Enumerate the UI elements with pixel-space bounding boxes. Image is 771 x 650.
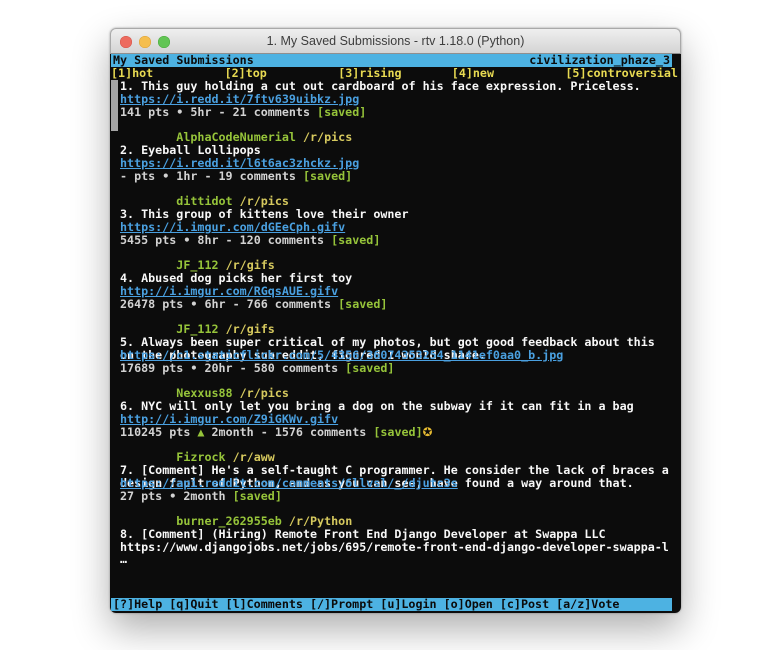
selection-gutter [111,464,120,515]
submission-row[interactable]: 6. NYC will only let you bring a dog on … [111,400,681,451]
submission-stats: 141 pts • 5hr - 21 comments [saved] [120,106,681,119]
window-title: 1. My Saved Submissions - rtv 1.18.0 (Py… [267,34,525,48]
terminal: My Saved Submissions civilization_phaze_… [110,54,681,613]
tab-controversial[interactable]: [5]controversial [565,67,679,80]
footer-command-post[interactable]: [c]Post [500,598,549,611]
app-window: 1. My Saved Submissions - rtv 1.18.0 (Py… [110,28,681,613]
selection-gutter [111,528,120,541]
submission-stats: 110245 pts ▲ 2month - 1576 comments [sav… [120,426,681,439]
tab-rising[interactable]: [3]rising [338,67,452,80]
submission-author-line: AlphaCodeNumerial /r/pics [120,118,681,131]
submission-row[interactable]: 8. [Comment] (Hiring) Remote Front End D… [111,528,681,541]
submission-title: 4. Abused dog picks her first toy [120,272,681,285]
zoom-button[interactable] [158,36,170,48]
command-bar: [?]Help [q]Quit [l]Comments [/]Prompt [u]Log… [111,598,672,611]
submission-author[interactable]: burner_262955eb [176,514,282,528]
submission-stats: 17689 pts • 20hr - 580 comments [saved] [120,362,681,375]
submission-author-line: dittidot /r/pics [120,182,681,195]
tab-new[interactable]: [4]new [452,67,566,80]
footer-command-comments[interactable]: [l]Comments [226,598,303,611]
footer-command-help[interactable]: [?]Help [113,598,162,611]
submission-title: 5. Always been super critical of my phot… [120,336,681,349]
selection-gutter [111,400,120,451]
submission-author-line: JF_112 /r/gifs [120,310,681,323]
submission-author-line: Fizrock /r/aww [120,438,681,451]
submission-subreddit[interactable]: /r/Python [289,514,352,528]
selection-gutter [111,80,120,131]
footer-command-login[interactable]: [u]Login [380,598,436,611]
footer-command-quit[interactable]: [q]Quit [169,598,218,611]
submission-author-line: JF_112 /r/gifs [120,246,681,259]
tab-top[interactable]: [2]top [225,67,339,80]
selection-cursor [111,80,118,131]
submission-row[interactable]: 5. Always been super critical of my phot… [111,336,681,387]
footer-command-vote[interactable]: [a/z]Vote [556,598,619,611]
close-button[interactable] [120,36,132,48]
selection-gutter [111,144,120,195]
submission-row[interactable]: 3. This group of kittens love their owne… [111,208,681,259]
submission-subreddit[interactable]: /r/aww [233,450,275,464]
submission-title: 1. This guy holding a cut out cardboard … [120,80,681,93]
tab-hot[interactable]: [1]hot [111,67,225,80]
submission-stats: - pts • 1hr - 19 comments [saved] [120,170,681,183]
submission-subreddit[interactable]: /r/pics [303,130,352,144]
footer-command-open[interactable]: [o]Open [444,598,493,611]
gilded-star-icon: ✪ [423,425,433,439]
tab-bar: [1]hot[2]top[3]rising[4]new[5]controvers… [111,67,679,80]
selection-gutter [111,272,120,323]
submission-row[interactable]: 2. Eyeball Lollipops https://i.redd.it/l… [111,144,681,195]
submission-title: 8. [Comment] (Hiring) Remote Front End D… [120,528,681,541]
submission-row[interactable]: 7. [Comment] He's a self-taught C progra… [111,464,681,515]
minimize-button[interactable] [139,36,151,48]
submission-author[interactable]: Fizrock [176,450,225,464]
submission-stats: 5455 pts • 8hr - 120 comments [saved] [120,234,681,247]
submission-row[interactable]: 4. Abused dog picks her first toy http:/… [111,272,681,323]
submission-title: 6. NYC will only let you bring a dog on … [120,400,681,413]
submission-stats: 27 pts • 2month [saved] [120,490,681,503]
submission-title: 3. This group of kittens love their owne… [120,208,681,221]
selection-gutter [111,336,120,387]
submission-title: 2. Eyeball Lollipops [120,144,681,157]
submission-author-line: Nexxus88 /r/pics [120,374,681,387]
traffic-lights [120,36,170,48]
submission-row[interactable]: 1. This guy holding a cut out cardboard … [111,80,681,131]
submission-title: 7. [Comment] He's a self-taught C progra… [120,464,681,477]
submission-author-line: burner_262955eb /r/Python [120,502,681,515]
selection-gutter [111,208,120,259]
footer-command-prompt[interactable]: [/]Prompt [310,598,373,611]
window-titlebar[interactable]: 1. My Saved Submissions - rtv 1.18.0 (Py… [110,28,681,54]
submission-stats: 26478 pts • 6hr - 766 comments [saved] [120,298,681,311]
submission-list: 1. This guy holding a cut out cardboard … [111,80,681,598]
